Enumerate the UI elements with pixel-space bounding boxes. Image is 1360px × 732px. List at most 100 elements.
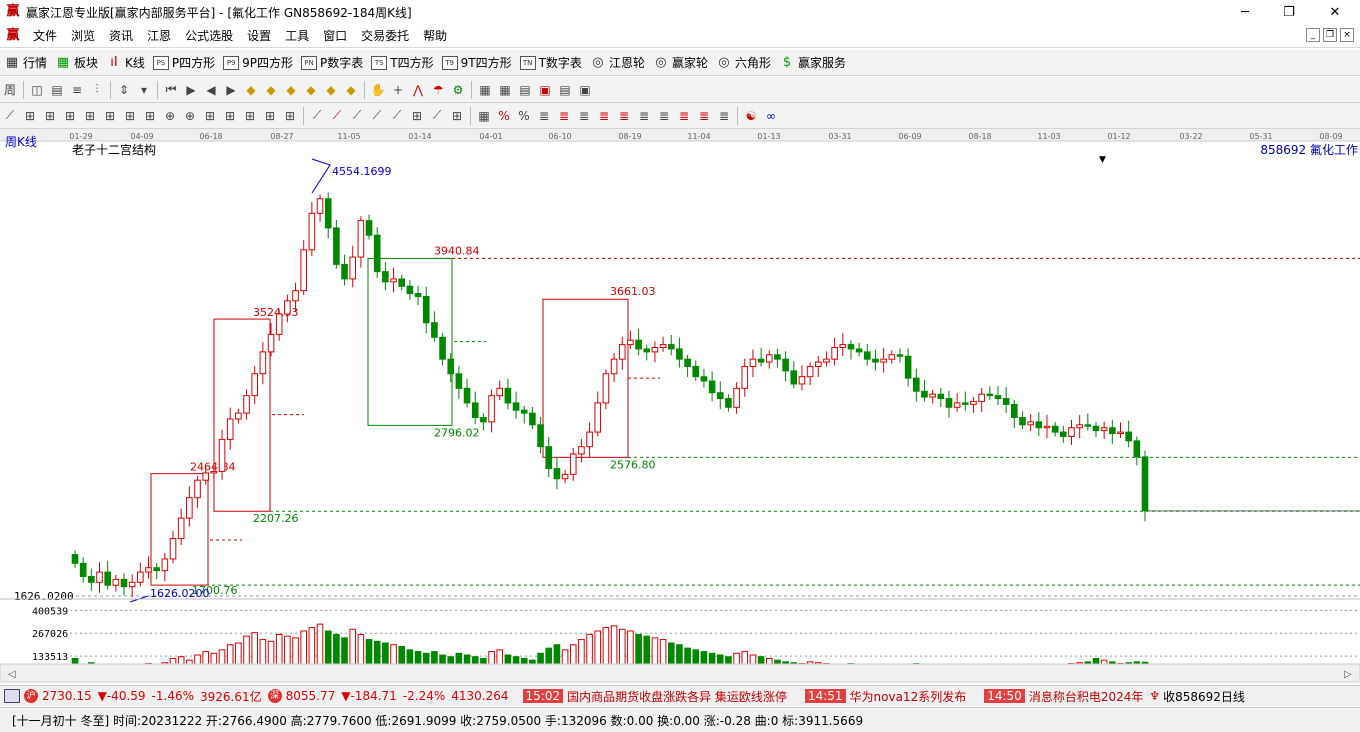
menu-formula[interactable]: 公式选股 <box>178 24 240 48</box>
mdi-close-button[interactable]: × <box>1340 28 1354 42</box>
layout-icon[interactable]: ◫ <box>29 82 45 98</box>
grid-tool-icon[interactable]: ⊞ <box>202 108 218 124</box>
chart-tool-icon[interactable]: ☂ <box>430 82 446 98</box>
next-icon[interactable]: ▶ <box>223 82 239 98</box>
crosshair-mode-icon[interactable]: ⇕ <box>116 82 132 98</box>
zigzag-icon[interactable]: ⋀ <box>410 82 426 98</box>
line-tool-icon[interactable]: ⟋ <box>369 108 385 124</box>
t-square-button[interactable]: TS T四方形 <box>367 52 437 74</box>
line-tool-icon[interactable]: ⟋ <box>429 108 445 124</box>
percent-icon[interactable]: % <box>496 108 512 124</box>
fib-icon[interactable]: ≣ <box>716 108 732 124</box>
news-item[interactable]: 消息称台积电2024年 <box>1029 688 1144 705</box>
kline-chart-panel[interactable]: 01-29 04-09 06-18 08-27 11-05 01-14 04-01 06-10… <box>0 129 1360 683</box>
search-person-icon[interactable]: ♆ <box>1149 689 1160 703</box>
sectors-button[interactable]: ▦ 板块 <box>51 52 102 74</box>
menu-gann[interactable]: 江恩 <box>140 24 178 48</box>
diamond-icon[interactable]: ◆ <box>243 82 259 98</box>
doc-icon[interactable]: ▤ <box>49 82 65 98</box>
fib-icon[interactable]: ≣ <box>576 108 592 124</box>
quotes-button[interactable]: ▦ 行情 <box>0 52 51 74</box>
line-tool-icon[interactable]: ⟋ <box>349 108 365 124</box>
calendar-icon[interactable]: ▦ <box>477 82 493 98</box>
table-icon[interactable]: ▦ <box>476 108 492 124</box>
first-icon[interactable]: ⏮ <box>163 82 179 98</box>
list-icon[interactable]: ≡ <box>69 82 85 98</box>
menu-file[interactable]: 文件 <box>26 24 64 48</box>
dropdown-icon[interactable]: ▾ <box>136 82 152 98</box>
save-icon[interactable]: ▣ <box>537 82 553 98</box>
diamond-icon[interactable]: ◆ <box>343 82 359 98</box>
t-number-table-button[interactable]: TN T数字表 <box>516 52 586 74</box>
grid-tool-icon[interactable]: ⊞ <box>122 108 138 124</box>
fib-icon[interactable]: ≣ <box>556 108 572 124</box>
chart-icon[interactable]: ⫶ <box>89 82 105 98</box>
diamond-icon[interactable]: ◆ <box>263 82 279 98</box>
line-tool-icon[interactable]: ⟋ <box>309 108 325 124</box>
infinity-icon[interactable]: ∞ <box>763 108 779 124</box>
print-icon[interactable]: ▤ <box>557 82 573 98</box>
grid-tool-icon[interactable]: ⊞ <box>82 108 98 124</box>
p9-square-button[interactable]: P9 9P四方形 <box>219 52 297 74</box>
menu-window[interactable]: 窗口 <box>316 24 354 48</box>
kline-chart[interactable]: 01-29 04-09 06-18 08-27 11-05 01-14 04-01 06-10… <box>0 129 1360 683</box>
grid-tool-icon[interactable]: ⊞ <box>142 108 158 124</box>
winner-wheel-button[interactable]: ◎ 赢家轮 <box>649 52 712 74</box>
t9-square-button[interactable]: T9 9T四方形 <box>438 52 516 74</box>
diamond-icon[interactable]: ◆ <box>283 82 299 98</box>
p-square-button[interactable]: PS P四方形 <box>149 52 219 74</box>
menu-browse[interactable]: 浏览 <box>64 24 102 48</box>
p-number-table-button[interactable]: PN P数字表 <box>297 52 367 74</box>
fib-icon[interactable]: ≣ <box>656 108 672 124</box>
play-icon[interactable]: ▶ <box>183 82 199 98</box>
prev-icon[interactable]: ◀ <box>203 82 219 98</box>
grid-tool-icon[interactable]: ⊞ <box>262 108 278 124</box>
hexagon-button[interactable]: ◎ 六角形 <box>712 52 775 74</box>
yinyang-icon[interactable]: ☯ <box>743 108 759 124</box>
news-item[interactable]: 国内商品期货收盘涨跌各异 集运欧线涨停 <box>567 688 787 705</box>
news-item[interactable]: 华为nova12系列发布 <box>850 688 967 705</box>
settings-icon[interactable]: ▣ <box>577 82 593 98</box>
gear-icon[interactable]: ⚙ <box>450 82 466 98</box>
fib-icon[interactable]: ≣ <box>676 108 692 124</box>
target-icon[interactable]: ⊕ <box>162 108 178 124</box>
grid-tool-icon[interactable]: ⊞ <box>42 108 58 124</box>
menu-settings[interactable]: 设置 <box>240 24 278 48</box>
fib-icon[interactable]: ≣ <box>596 108 612 124</box>
percent-icon[interactable]: % <box>516 108 532 124</box>
grid-tool-icon[interactable]: ⊞ <box>409 108 425 124</box>
gann-wheel-button[interactable]: ◎ 江恩轮 <box>586 52 649 74</box>
diamond-icon[interactable]: ◆ <box>323 82 339 98</box>
note-icon[interactable]: ▤ <box>517 82 533 98</box>
winner-service-button[interactable]: $ 赢家服务 <box>775 52 850 74</box>
target-icon[interactable]: ⊕ <box>182 108 198 124</box>
fib-icon[interactable]: ≣ <box>536 108 552 124</box>
market-grid-icon[interactable] <box>4 689 20 703</box>
calc-icon[interactable]: ▦ <box>497 82 513 98</box>
grid-tool-icon[interactable]: ⊞ <box>449 108 465 124</box>
grid-tool-icon[interactable]: ⊞ <box>242 108 258 124</box>
fib-icon[interactable]: ≣ <box>696 108 712 124</box>
grid-tool-icon[interactable]: ⊞ <box>22 108 38 124</box>
menu-tools[interactable]: 工具 <box>278 24 316 48</box>
line-tool-icon[interactable]: ⟋ <box>329 108 345 124</box>
mdi-restore-button[interactable]: ❐ <box>1323 28 1337 42</box>
line-tool-icon[interactable]: ⟋ <box>389 108 405 124</box>
grid-tool-icon[interactable]: ⊞ <box>222 108 238 124</box>
maximize-button[interactable]: ❐ <box>1266 0 1312 24</box>
menu-trade[interactable]: 交易委托 <box>354 24 416 48</box>
fib-icon[interactable]: ≣ <box>636 108 652 124</box>
diamond-icon[interactable]: ◆ <box>303 82 319 98</box>
grid-tool-icon[interactable]: ⊞ <box>62 108 78 124</box>
fib-icon[interactable]: ≣ <box>616 108 632 124</box>
kline-button[interactable]: ıI K线 <box>102 52 149 74</box>
menu-help[interactable]: 帮助 <box>416 24 454 48</box>
grid-tool-icon[interactable]: ⊞ <box>282 108 298 124</box>
grid-tool-icon[interactable]: ⊞ <box>102 108 118 124</box>
mdi-minimize-button[interactable]: _ <box>1306 28 1320 42</box>
cross-icon[interactable]: + <box>390 82 406 98</box>
minimize-button[interactable]: ─ <box>1222 0 1268 24</box>
line-tool-icon[interactable]: ⟋ <box>2 108 18 124</box>
period-icon[interactable]: 周 <box>2 82 18 98</box>
hand-icon[interactable]: ✋ <box>370 82 386 98</box>
